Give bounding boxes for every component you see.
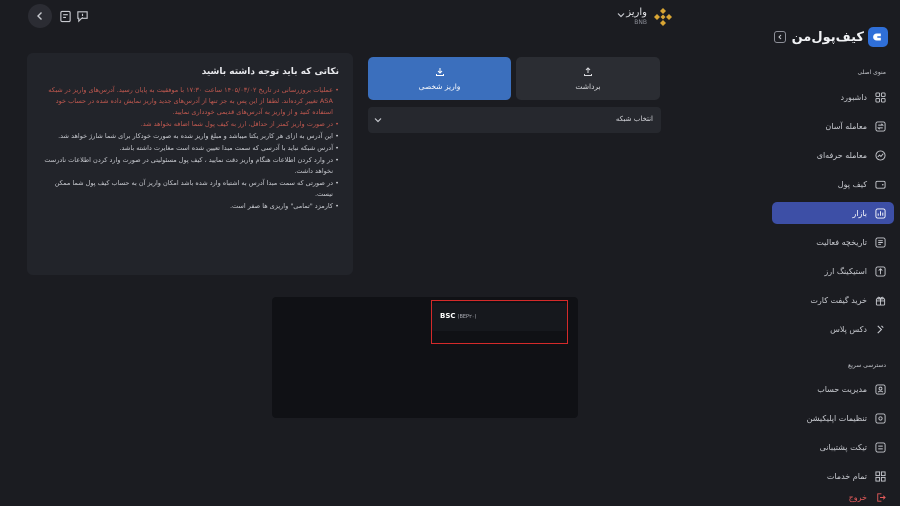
dashboard-icon: [875, 91, 886, 103]
sidebar-item-app-settings[interactable]: تنظیمات اپلیکیشن: [772, 407, 894, 429]
sidebar-item-gift-card[interactable]: خرید گیفت کارت: [772, 289, 894, 311]
brand-logo-icon: [868, 27, 888, 47]
chevron-left-icon: [37, 12, 42, 20]
note-item: آدرس شبکه نباید با آدرسی که سمت مبدا تعی…: [37, 143, 339, 154]
grid-icon: [875, 470, 886, 482]
sidebar-item-label: تنظیمات اپلیکیشن: [806, 413, 867, 423]
brand[interactable]: کیف‌پول‌من: [792, 26, 888, 48]
sidebar-item-label: خرید گیفت کارت: [810, 295, 867, 305]
sidebar-item-support-ticket[interactable]: تیکت پشتیبانی: [772, 436, 894, 458]
logout-icon: [875, 492, 886, 503]
sidebar-item-market[interactable]: بازار: [772, 202, 894, 224]
coin-symbol: BNB: [634, 19, 647, 26]
sidebar-item-pro-trade[interactable]: معامله حرفه‌ای: [772, 144, 894, 166]
sidebar-item-dex-plus[interactable]: دکس پلاس: [772, 318, 894, 340]
notes-list: عملیات بروزرسانی در تاریخ ۱۴۰۵/۰۳/۰۲ ساع…: [37, 85, 339, 212]
note-item: کارمزد "تمامی" واریزی ها صفر است.: [37, 201, 339, 212]
sidebar-item-label: بازار: [852, 208, 867, 218]
sidebar-item-easy-trade[interactable]: معامله آسان: [772, 115, 894, 137]
sidebar-item-label: استیکینگ ارز: [824, 266, 867, 276]
sidebar-item-wallet[interactable]: کیف پول: [772, 173, 894, 195]
sidebar-item-label: کیف پول: [837, 179, 867, 189]
sidebar-item-label: مدیریت حساب: [817, 384, 867, 394]
logout-label: خروج: [848, 492, 867, 502]
sidebar-item-label: تاریخچه فعالیت: [816, 237, 867, 247]
logout-button[interactable]: خروج: [772, 488, 894, 506]
back-button[interactable]: [28, 4, 52, 28]
network-select-label: انتخاب شبکه: [615, 115, 653, 123]
bnb-logo-icon: [654, 8, 672, 26]
sidebar-item-staking[interactable]: استیکینگ ارز: [772, 260, 894, 282]
sidebar: کیف‌پول‌من منوی اصلی داشبورد معامله آسان…: [768, 0, 900, 506]
note-item: عملیات بروزرسانی در تاریخ ۱۴۰۵/۰۳/۰۲ ساع…: [37, 85, 339, 118]
chevron-left-icon: [778, 34, 782, 40]
staking-icon: [875, 265, 886, 277]
sidebar-collapse-button[interactable]: [774, 31, 786, 43]
swap-icon: [875, 120, 886, 132]
sidebar-item-history[interactable]: تاریخچه فعالیت: [772, 231, 894, 253]
chart-icon: [875, 149, 886, 161]
coin-selector[interactable]: واریز BNB: [617, 4, 677, 30]
history-icon: [875, 236, 886, 248]
notes-panel: نکاتی که باید توجه داشته باشید عملیات بر…: [27, 53, 353, 275]
sidebar-item-dashboard[interactable]: داشبورد: [772, 86, 894, 108]
ticket-icon: [875, 441, 886, 453]
sidebar-item-label: تیکت پشتیبانی: [819, 442, 867, 452]
withdraw-icon: [584, 66, 592, 76]
message-alert-icon: [76, 10, 88, 22]
notes-title: نکاتی که باید توجه داشته باشید: [201, 67, 339, 77]
sidebar-item-label: معامله حرفه‌ای: [816, 150, 867, 160]
tab-deposit[interactable]: واریز شخصی: [368, 57, 511, 100]
support-chat-button[interactable]: [75, 9, 89, 23]
tab-withdraw-label: برداشت: [575, 81, 601, 91]
receipt-button[interactable]: [58, 9, 72, 23]
gift-icon: [875, 295, 886, 306]
sidebar-item-label: معامله آسان: [825, 121, 867, 131]
note-item: این آدرس به ازای هر کاربر یکتا میباشد و …: [37, 131, 339, 142]
deposit-icon: [435, 67, 444, 76]
brand-name: کیف‌پول‌من: [791, 29, 865, 45]
settings-icon: [875, 412, 886, 424]
coin-name: واریز: [626, 7, 647, 18]
wallet-icon: [875, 179, 886, 190]
tab-withdraw[interactable]: برداشت: [516, 57, 660, 100]
highlight-box: [431, 300, 568, 344]
sidebar-item-all-services[interactable]: تمام خدمات: [772, 465, 894, 487]
user-icon: [875, 383, 886, 395]
market-icon: [875, 207, 886, 219]
sidebar-item-label: دکس پلاس: [830, 324, 867, 334]
tab-deposit-label: واریز شخصی: [418, 81, 461, 91]
chevron-down-icon: [617, 13, 625, 18]
note-item: در صورت واریز کمتر از حداقل، ارز به کیف …: [37, 119, 339, 130]
network-select[interactable]: انتخاب شبکه: [368, 107, 661, 133]
sidebar-item-label: داشبورد: [840, 92, 867, 102]
section-title-general: منوی اصلی: [857, 69, 886, 76]
note-item: در وارد کردن اطلاعات هنگام واریز دقت نما…: [37, 155, 339, 177]
top-bar: واریز BNB: [0, 0, 900, 32]
section-title-quick: دسترسی سریع: [848, 362, 886, 369]
chevron-down-icon: [374, 118, 382, 123]
sidebar-item-account[interactable]: مدیریت حساب: [772, 378, 894, 400]
sidebar-item-label: تمام خدمات: [826, 471, 867, 481]
receipt-icon: [59, 10, 71, 22]
note-item: در صورتی که سمت مبدا آدرس به اشتباه وارد…: [37, 178, 339, 200]
dex-icon: [875, 324, 886, 335]
